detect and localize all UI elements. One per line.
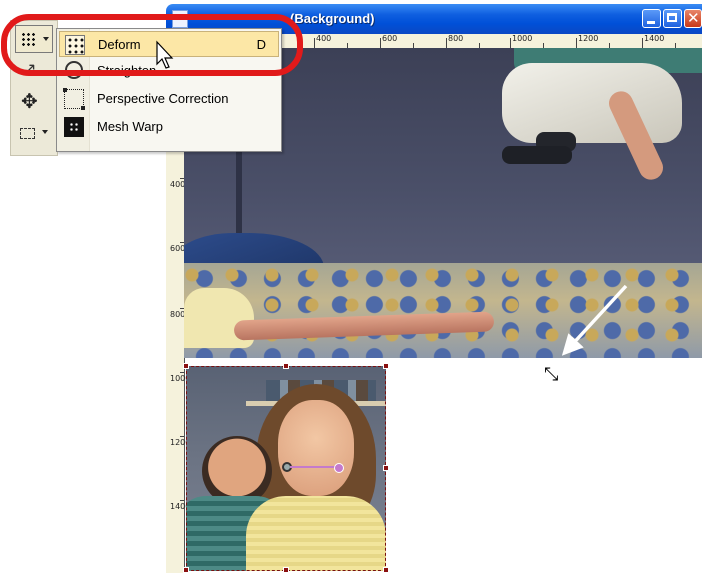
menu-item-label: Mesh Warp [97, 119, 163, 134]
dashed-rect-icon [20, 128, 35, 139]
ruler-label: 800 [448, 34, 464, 43]
ruler-label: 1000 [512, 34, 533, 43]
close-button[interactable]: ✕ [684, 9, 702, 28]
ruler-label: 1400 [644, 34, 665, 43]
ruler-label: 1200 [578, 34, 599, 43]
ruler-label: 1400 [170, 502, 191, 511]
edge-handle[interactable] [383, 465, 389, 471]
minimize-icon [647, 21, 655, 24]
ruler-label: 1200 [170, 438, 191, 447]
ruler-label: 800 [170, 310, 186, 319]
menu-item-label: Perspective Correction [97, 91, 229, 106]
ruler-label: 400 [316, 34, 332, 43]
rotation-handle[interactable] [334, 463, 344, 473]
window-title: (Background) [290, 11, 375, 26]
rotation-handle-line [290, 466, 340, 468]
maximize-icon [667, 13, 677, 22]
menu-item-mesh-warp[interactable]: Mesh Warp [59, 114, 279, 140]
highlight-ring [1, 14, 303, 76]
mesh-warp-icon [64, 117, 84, 137]
corner-handle[interactable] [383, 363, 389, 369]
ruler-label: 600 [170, 244, 186, 253]
move-tool-button[interactable]: ✥ [15, 87, 53, 115]
corner-handle[interactable] [183, 363, 189, 369]
perspective-icon [63, 88, 85, 110]
edge-handle[interactable] [283, 363, 289, 369]
close-icon: ✕ [687, 9, 700, 27]
menu-item-perspective-correction[interactable]: Perspective Correction [59, 86, 279, 112]
ruler-label: 1000 [170, 374, 191, 383]
selection-tool-button[interactable] [15, 119, 53, 147]
corner-handle[interactable] [183, 567, 189, 573]
ruler-label: 400 [170, 180, 186, 189]
annotation-arrow-icon [561, 284, 628, 356]
move-arrows-icon: ✥ [21, 89, 38, 113]
maximize-button[interactable] [663, 9, 682, 28]
edge-handle[interactable] [283, 567, 289, 573]
minimize-button[interactable] [642, 9, 661, 28]
corner-handle[interactable] [383, 567, 389, 573]
ruler-label: 600 [382, 34, 398, 43]
dropdown-arrow-icon[interactable] [42, 130, 48, 134]
